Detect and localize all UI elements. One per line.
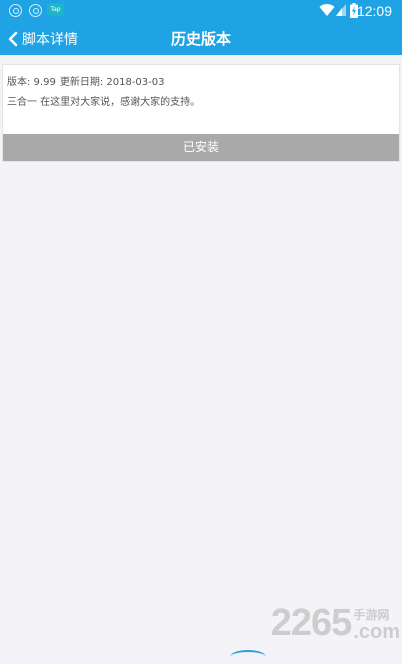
version-card: 版本: 9.99 更新日期: 2018-03-03 三合一 在这里对大家说，感谢大… bbox=[2, 64, 400, 162]
taptap-icon: Tap bbox=[47, 3, 64, 16]
status-bar: Tap 12:09 bbox=[0, 0, 402, 22]
signal-icon bbox=[336, 4, 346, 16]
app-header: 脚本详情 历史版本 bbox=[0, 22, 402, 55]
installed-button[interactable]: 已安装 bbox=[3, 134, 399, 161]
notification-app-icon bbox=[29, 4, 42, 17]
version-number: 版本: 9.99 bbox=[7, 77, 56, 88]
version-meta: 版本: 9.99 更新日期: 2018-03-03 bbox=[7, 73, 165, 88]
watermark-number: 2265 bbox=[270, 602, 353, 644]
update-date: 更新日期: 2018-03-03 bbox=[59, 77, 165, 88]
version-description: 三合一 在这里对大家说，感谢大家的支持。 bbox=[7, 97, 201, 108]
swoosh-logo-icon bbox=[230, 650, 266, 664]
watermark-domain: .com bbox=[353, 621, 400, 643]
wifi-icon bbox=[319, 4, 335, 17]
notification-app-icon bbox=[9, 4, 22, 17]
status-clock: 12:09 bbox=[356, 3, 392, 19]
watermark-site-name: 手游网 bbox=[353, 608, 390, 622]
site-watermark: 2265 手游网 .com bbox=[271, 602, 400, 642]
page-title: 历史版本 bbox=[170, 30, 231, 48]
